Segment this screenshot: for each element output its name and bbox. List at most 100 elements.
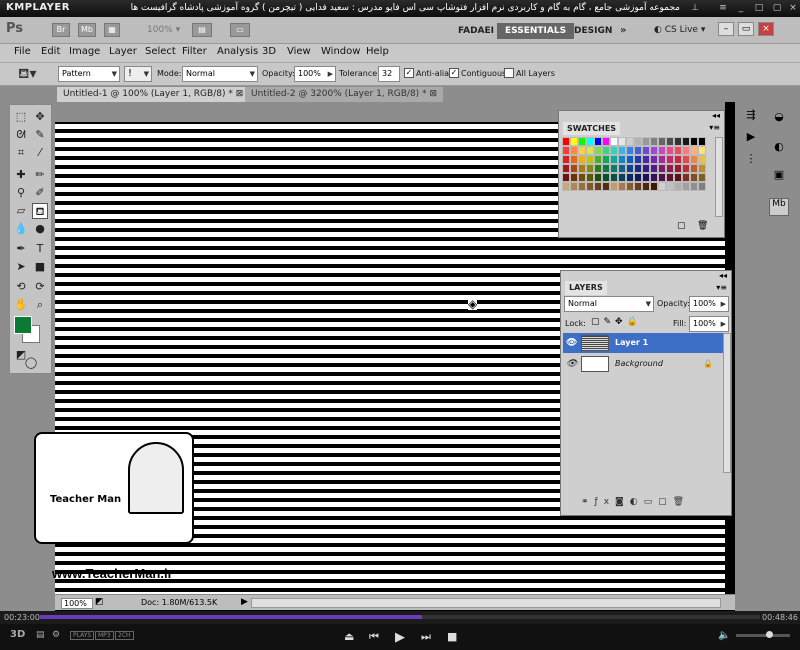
masks-panel-icon[interactable]: ▣: [769, 168, 789, 186]
bridge-button[interactable]: Br: [52, 23, 70, 37]
swatch-color[interactable]: [626, 182, 634, 191]
swatch-color[interactable]: [642, 173, 650, 182]
foreground-color-swatch[interactable]: [14, 316, 32, 334]
path-selection-tool-icon[interactable]: ➤: [13, 259, 29, 275]
swatch-color[interactable]: [658, 155, 666, 164]
paint-bucket-tool-icon[interactable]: ⛾: [32, 203, 48, 219]
swatch-color[interactable]: [586, 173, 594, 182]
swatch-color[interactable]: [618, 173, 626, 182]
all-layers-checkbox[interactable]: [504, 68, 514, 78]
swatch-color[interactable]: [602, 173, 610, 182]
swatch-color[interactable]: [610, 173, 618, 182]
swatch-color[interactable]: [626, 164, 634, 173]
type-tool-icon[interactable]: T: [32, 241, 48, 257]
swatch-color[interactable]: [634, 146, 642, 155]
swatch-color[interactable]: [594, 137, 602, 146]
close-tab-icon[interactable]: ⊠: [429, 89, 437, 99]
status-menu-arrow[interactable]: ▶: [241, 597, 248, 607]
marquee-tool-icon[interactable]: ⬚: [13, 109, 29, 125]
swatch-color[interactable]: [634, 137, 642, 146]
menu-3d[interactable]: 3D: [262, 46, 276, 57]
swatch-color[interactable]: [626, 137, 634, 146]
app-restore-button[interactable]: ▭: [738, 22, 754, 36]
blend-mode-select[interactable]: Normal ▼: [564, 296, 654, 312]
swatch-color[interactable]: [666, 155, 674, 164]
swatch-color[interactable]: [658, 137, 666, 146]
workspace-essentials[interactable]: ESSENTIALS: [497, 23, 575, 39]
swatches-scrollbar[interactable]: [715, 137, 723, 217]
eject-icon[interactable]: ⏏: [344, 630, 354, 643]
menu-view[interactable]: View: [287, 46, 311, 57]
swatch-color[interactable]: [586, 137, 594, 146]
zoom-level[interactable]: 100% ▾: [147, 25, 180, 35]
hand-tool-icon[interactable]: ✋: [13, 297, 29, 313]
swatch-color[interactable]: [594, 155, 602, 164]
layer-opacity-field[interactable]: 100% ▶: [689, 296, 729, 312]
swatch-color[interactable]: [578, 173, 586, 182]
tolerance-field[interactable]: 32: [378, 66, 400, 82]
menu-analysis[interactable]: Analysis: [217, 46, 258, 57]
swatch-color[interactable]: [594, 182, 602, 191]
swatch-color[interactable]: [618, 137, 626, 146]
swatch-color[interactable]: [586, 182, 594, 191]
actions-panel-icon[interactable]: ▶: [741, 130, 761, 148]
swatch-color[interactable]: [650, 173, 658, 182]
delete-swatch-icon[interactable]: 🗑: [697, 221, 708, 231]
layers-footer-buttons[interactable]: ⚭ƒx◙◐▭▢🗑: [581, 497, 690, 507]
stop-icon[interactable]: ■: [447, 630, 457, 643]
paint-bucket-tool-preset-icon[interactable]: ⛾▾: [18, 66, 36, 84]
close-icon[interactable]: ×: [786, 2, 800, 14]
layers-scrollbar[interactable]: [723, 333, 731, 473]
swatch-color[interactable]: [698, 173, 706, 182]
swatch-color[interactable]: [626, 146, 634, 155]
workspace-design[interactable]: DESIGN: [566, 23, 620, 39]
dodge-tool-icon[interactable]: ●: [32, 221, 48, 237]
swatch-color[interactable]: [658, 173, 666, 182]
swatch-color[interactable]: [650, 146, 658, 155]
menu-icon[interactable]: ≡: [716, 2, 730, 14]
tool-presets-icon[interactable]: ⋮: [741, 152, 761, 170]
anti-alias-checkbox[interactable]: ✓: [404, 68, 414, 78]
eraser-tool-icon[interactable]: ▱: [13, 203, 29, 219]
previous-icon[interactable]: ⏮: [369, 630, 379, 644]
status-zoom-field[interactable]: 100%: [61, 598, 93, 609]
swatch-color[interactable]: [594, 164, 602, 173]
swatch-color[interactable]: [690, 146, 698, 155]
layer-row-background[interactable]: 👁 Background 🔒: [563, 354, 729, 374]
playlist-icon[interactable]: ▤: [36, 630, 45, 640]
menu-layer[interactable]: Layer: [109, 46, 137, 57]
swatch-color[interactable]: [650, 137, 658, 146]
layer-row-layer-1[interactable]: 👁 Layer 1: [563, 333, 729, 353]
swatch-color[interactable]: [578, 137, 586, 146]
quick-mask-icon[interactable]: ◯: [23, 355, 39, 371]
menu-image[interactable]: Image: [69, 46, 100, 57]
volume-slider[interactable]: [736, 631, 790, 638]
swatch-color[interactable]: [682, 155, 690, 164]
swatch-color[interactable]: [682, 146, 690, 155]
panel-menu-icon[interactable]: ▾≡: [716, 283, 727, 292]
brush-tool-icon[interactable]: ✏: [32, 167, 48, 183]
lock-icons[interactable]: ▢✎✥🔒: [591, 317, 642, 327]
swatch-color[interactable]: [658, 182, 666, 191]
settings-gear-icon[interactable]: ⚙: [52, 630, 60, 640]
play-icon[interactable]: ▶: [395, 630, 405, 645]
3d-orbit-tool-icon[interactable]: ⟳: [32, 279, 48, 295]
clone-stamp-tool-icon[interactable]: ⚲: [13, 185, 29, 201]
pen-tool-icon[interactable]: ✒: [13, 241, 29, 257]
swatch-color[interactable]: [578, 146, 586, 155]
swatch-color[interactable]: [690, 173, 698, 182]
menu-edit[interactable]: Edit: [41, 46, 60, 57]
swatch-color[interactable]: [602, 137, 610, 146]
swatch-color[interactable]: [610, 164, 618, 173]
swatch-color[interactable]: [642, 137, 650, 146]
move-tool-icon[interactable]: ✥: [32, 109, 48, 125]
swatch-color[interactable]: [674, 182, 682, 191]
swatch-color[interactable]: [682, 137, 690, 146]
swatch-color[interactable]: [698, 137, 706, 146]
panel-collapse-icon[interactable]: ◂◂: [719, 271, 727, 280]
next-icon[interactable]: ⏭: [421, 630, 431, 644]
swatch-color[interactable]: [594, 173, 602, 182]
fill-field[interactable]: 100% ▶: [689, 316, 729, 332]
swatch-color[interactable]: [666, 146, 674, 155]
swatch-color[interactable]: [674, 164, 682, 173]
